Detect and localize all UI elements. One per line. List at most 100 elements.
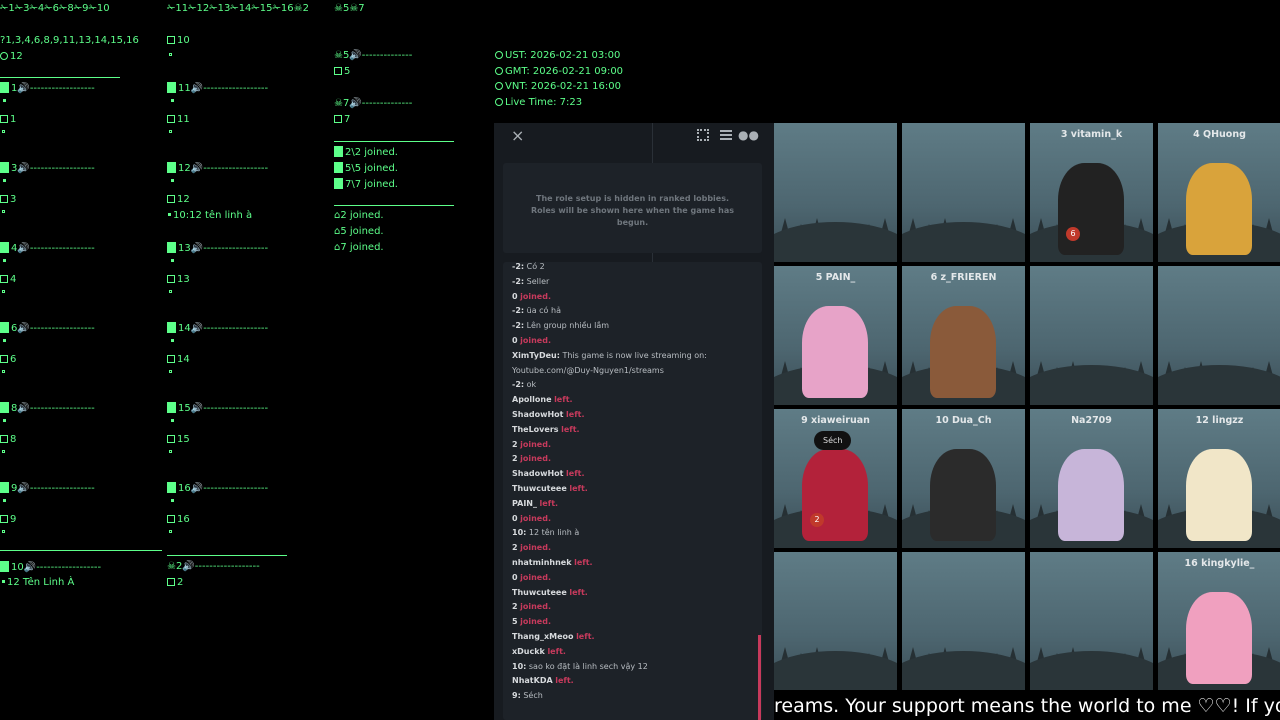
slot-box[interactable] xyxy=(0,515,8,523)
speaker-icon: 🔊 xyxy=(190,483,204,494)
hill xyxy=(1030,651,1153,691)
slot-box[interactable] xyxy=(167,435,175,443)
chat-author: ShadowHot xyxy=(512,469,564,479)
clock-text: Live Time: 7:23 xyxy=(505,96,583,108)
joined-text: 5\5 joined. xyxy=(345,163,398,174)
alive-marker xyxy=(167,482,176,493)
player-avatar xyxy=(930,449,996,541)
divider xyxy=(167,555,287,556)
chat-line: 0 joined. xyxy=(503,334,707,349)
slot-number: 4 xyxy=(10,274,17,285)
dot xyxy=(171,99,174,102)
joined-entry: ⌂5 joined. xyxy=(334,226,384,238)
speaker-line: ☠2🔊------------------ xyxy=(167,561,260,573)
player-tile[interactable]: 10 Dua_Ch xyxy=(902,409,1025,548)
clock-entry: VNT: 2026-02-21 16:00 xyxy=(495,81,621,93)
player-name: 12 lingzz xyxy=(1195,415,1244,426)
dash-line: ------------------ xyxy=(203,323,269,334)
chat-status: joined. xyxy=(520,543,551,553)
dot xyxy=(169,450,172,453)
slot-box[interactable] xyxy=(334,67,342,75)
chat-author: Thuwcuteee xyxy=(512,587,567,597)
slot-box[interactable] xyxy=(334,115,342,123)
speaker-line: 13🔊------------------ xyxy=(167,242,268,255)
player-tile[interactable]: 4 QHuong xyxy=(1158,123,1280,262)
player-tile[interactable] xyxy=(1030,266,1153,405)
slot-line: 8 xyxy=(0,434,16,446)
speaker-icon: 🔊 xyxy=(349,98,362,109)
slot-box[interactable] xyxy=(167,36,175,44)
player-tile[interactable]: 9 xiaweiruan Séch 2 xyxy=(774,409,897,548)
chat-status: left. xyxy=(539,498,559,508)
close-button[interactable]: × xyxy=(511,126,524,145)
slot-box[interactable] xyxy=(0,195,8,203)
speech-bubble: Séch xyxy=(814,431,852,450)
fullscreen-icon[interactable] xyxy=(697,129,709,141)
menu-icon[interactable] xyxy=(720,130,732,140)
player-tile[interactable] xyxy=(902,552,1025,691)
chat-status: joined. xyxy=(520,617,551,627)
hill xyxy=(902,651,1025,691)
slot-box[interactable] xyxy=(167,515,175,523)
chat-line: 2 joined. xyxy=(503,600,707,615)
chat-author: TheLovers xyxy=(512,424,559,434)
joined-marker xyxy=(334,162,343,173)
vote-badge: 2 xyxy=(810,513,824,527)
dash-line: ------------------ xyxy=(194,561,260,572)
slot-box[interactable] xyxy=(0,275,8,283)
player-avatar xyxy=(930,306,996,398)
dot xyxy=(3,179,6,182)
chat-line: Youtube.com/@Duy-Nguyen1/streams xyxy=(503,364,707,379)
slot-line: 7 xyxy=(334,114,350,126)
player-number: 11 xyxy=(178,83,191,94)
chat-line: nhatminhnek left. xyxy=(503,556,707,571)
users-icon[interactable]: ●● xyxy=(738,128,759,142)
chat-scrollbar[interactable] xyxy=(758,635,761,720)
chat-line: Thuwcuteee left. xyxy=(503,482,707,497)
player-tile[interactable]: 6 z_FRIEREN xyxy=(902,266,1025,405)
chat-text: 12 tên linh à xyxy=(528,528,580,538)
player-tile[interactable] xyxy=(902,123,1025,262)
slot-line: 3 xyxy=(0,194,16,206)
player-tile[interactable]: 16 kingkylie_ xyxy=(1158,552,1280,691)
chat-status: joined. xyxy=(520,602,551,612)
slot-line: 1 xyxy=(0,114,16,126)
speaker-line: 16🔊------------------ xyxy=(167,482,268,495)
dot xyxy=(169,290,172,293)
alive-marker xyxy=(167,322,176,333)
slot-box[interactable] xyxy=(167,275,175,283)
joined-text: 5 joined. xyxy=(340,226,384,237)
dot xyxy=(169,53,172,56)
player-tile[interactable] xyxy=(774,552,897,691)
slot-box[interactable] xyxy=(0,355,8,363)
chat-author: 0 xyxy=(512,291,518,301)
dot xyxy=(2,210,5,213)
player-tile[interactable] xyxy=(774,123,897,262)
slot-box[interactable] xyxy=(167,355,175,363)
slot-box[interactable] xyxy=(167,578,175,586)
dash-line: -------------- xyxy=(361,98,413,109)
chat-status: left. xyxy=(574,557,593,567)
player-number: 14 xyxy=(178,323,191,334)
joined-marker xyxy=(334,178,343,189)
player-tile[interactable]: 3 vitamin_k 6 xyxy=(1030,123,1153,262)
slot-box[interactable] xyxy=(0,115,8,123)
speaker-line: 12🔊------------------ xyxy=(167,162,268,175)
chat-author: Apollone xyxy=(512,395,552,405)
clock-icon xyxy=(495,97,503,106)
clock-icon xyxy=(0,52,8,60)
chat-log[interactable]: -2: Có 2 -2: Seller 0 joined. -2: üa có hả -… xyxy=(503,262,762,720)
player-tile[interactable]: 5 PAIN_ xyxy=(774,266,897,405)
player-tile[interactable] xyxy=(1158,266,1280,405)
slot-box[interactable] xyxy=(167,195,175,203)
chat-status: left. xyxy=(569,587,588,597)
dot xyxy=(171,179,174,182)
player-tile[interactable]: Na2709 xyxy=(1030,409,1153,548)
player-name: 5 PAIN_ xyxy=(815,272,856,283)
player-tile[interactable]: 12 lingzz xyxy=(1158,409,1280,548)
player-tile[interactable] xyxy=(1030,552,1153,691)
chat-status: joined. xyxy=(520,454,551,464)
dash-line: ------------------ xyxy=(36,562,102,573)
slot-box[interactable] xyxy=(0,435,8,443)
slot-box[interactable] xyxy=(167,115,175,123)
